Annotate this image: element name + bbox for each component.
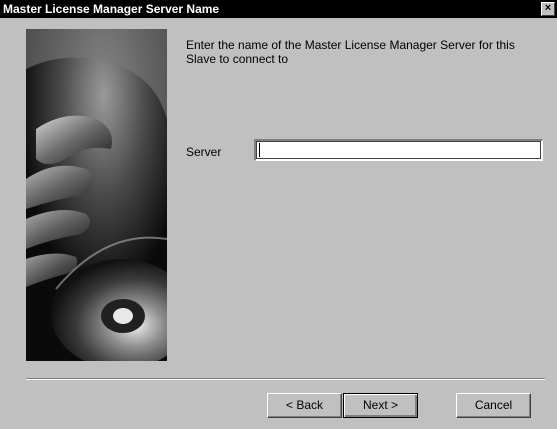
text-caret — [259, 143, 260, 157]
cancel-button[interactable]: Cancel — [456, 393, 531, 418]
close-button[interactable]: × — [541, 2, 555, 16]
next-button[interactable]: Next > — [343, 393, 418, 418]
server-label: Server — [186, 145, 222, 159]
footer-divider — [26, 378, 545, 380]
instruction-text: Enter the name of the Master License Man… — [186, 38, 515, 66]
back-button-label: < Back — [285, 398, 324, 412]
close-icon: × — [544, 2, 552, 14]
window-title: Master License Manager Server Name — [3, 2, 220, 16]
dialog-window: Master License Manager Server Name × Ent… — [0, 0, 557, 429]
title-bar[interactable]: Master License Manager Server Name × — [0, 0, 557, 18]
wizard-side-image — [26, 29, 167, 361]
hand-disc-illustration — [26, 29, 167, 361]
next-button-label: Next > — [362, 398, 398, 412]
back-button[interactable]: < Back — [267, 393, 342, 418]
server-input[interactable] — [254, 139, 543, 161]
cancel-button-label: Cancel — [474, 398, 513, 412]
